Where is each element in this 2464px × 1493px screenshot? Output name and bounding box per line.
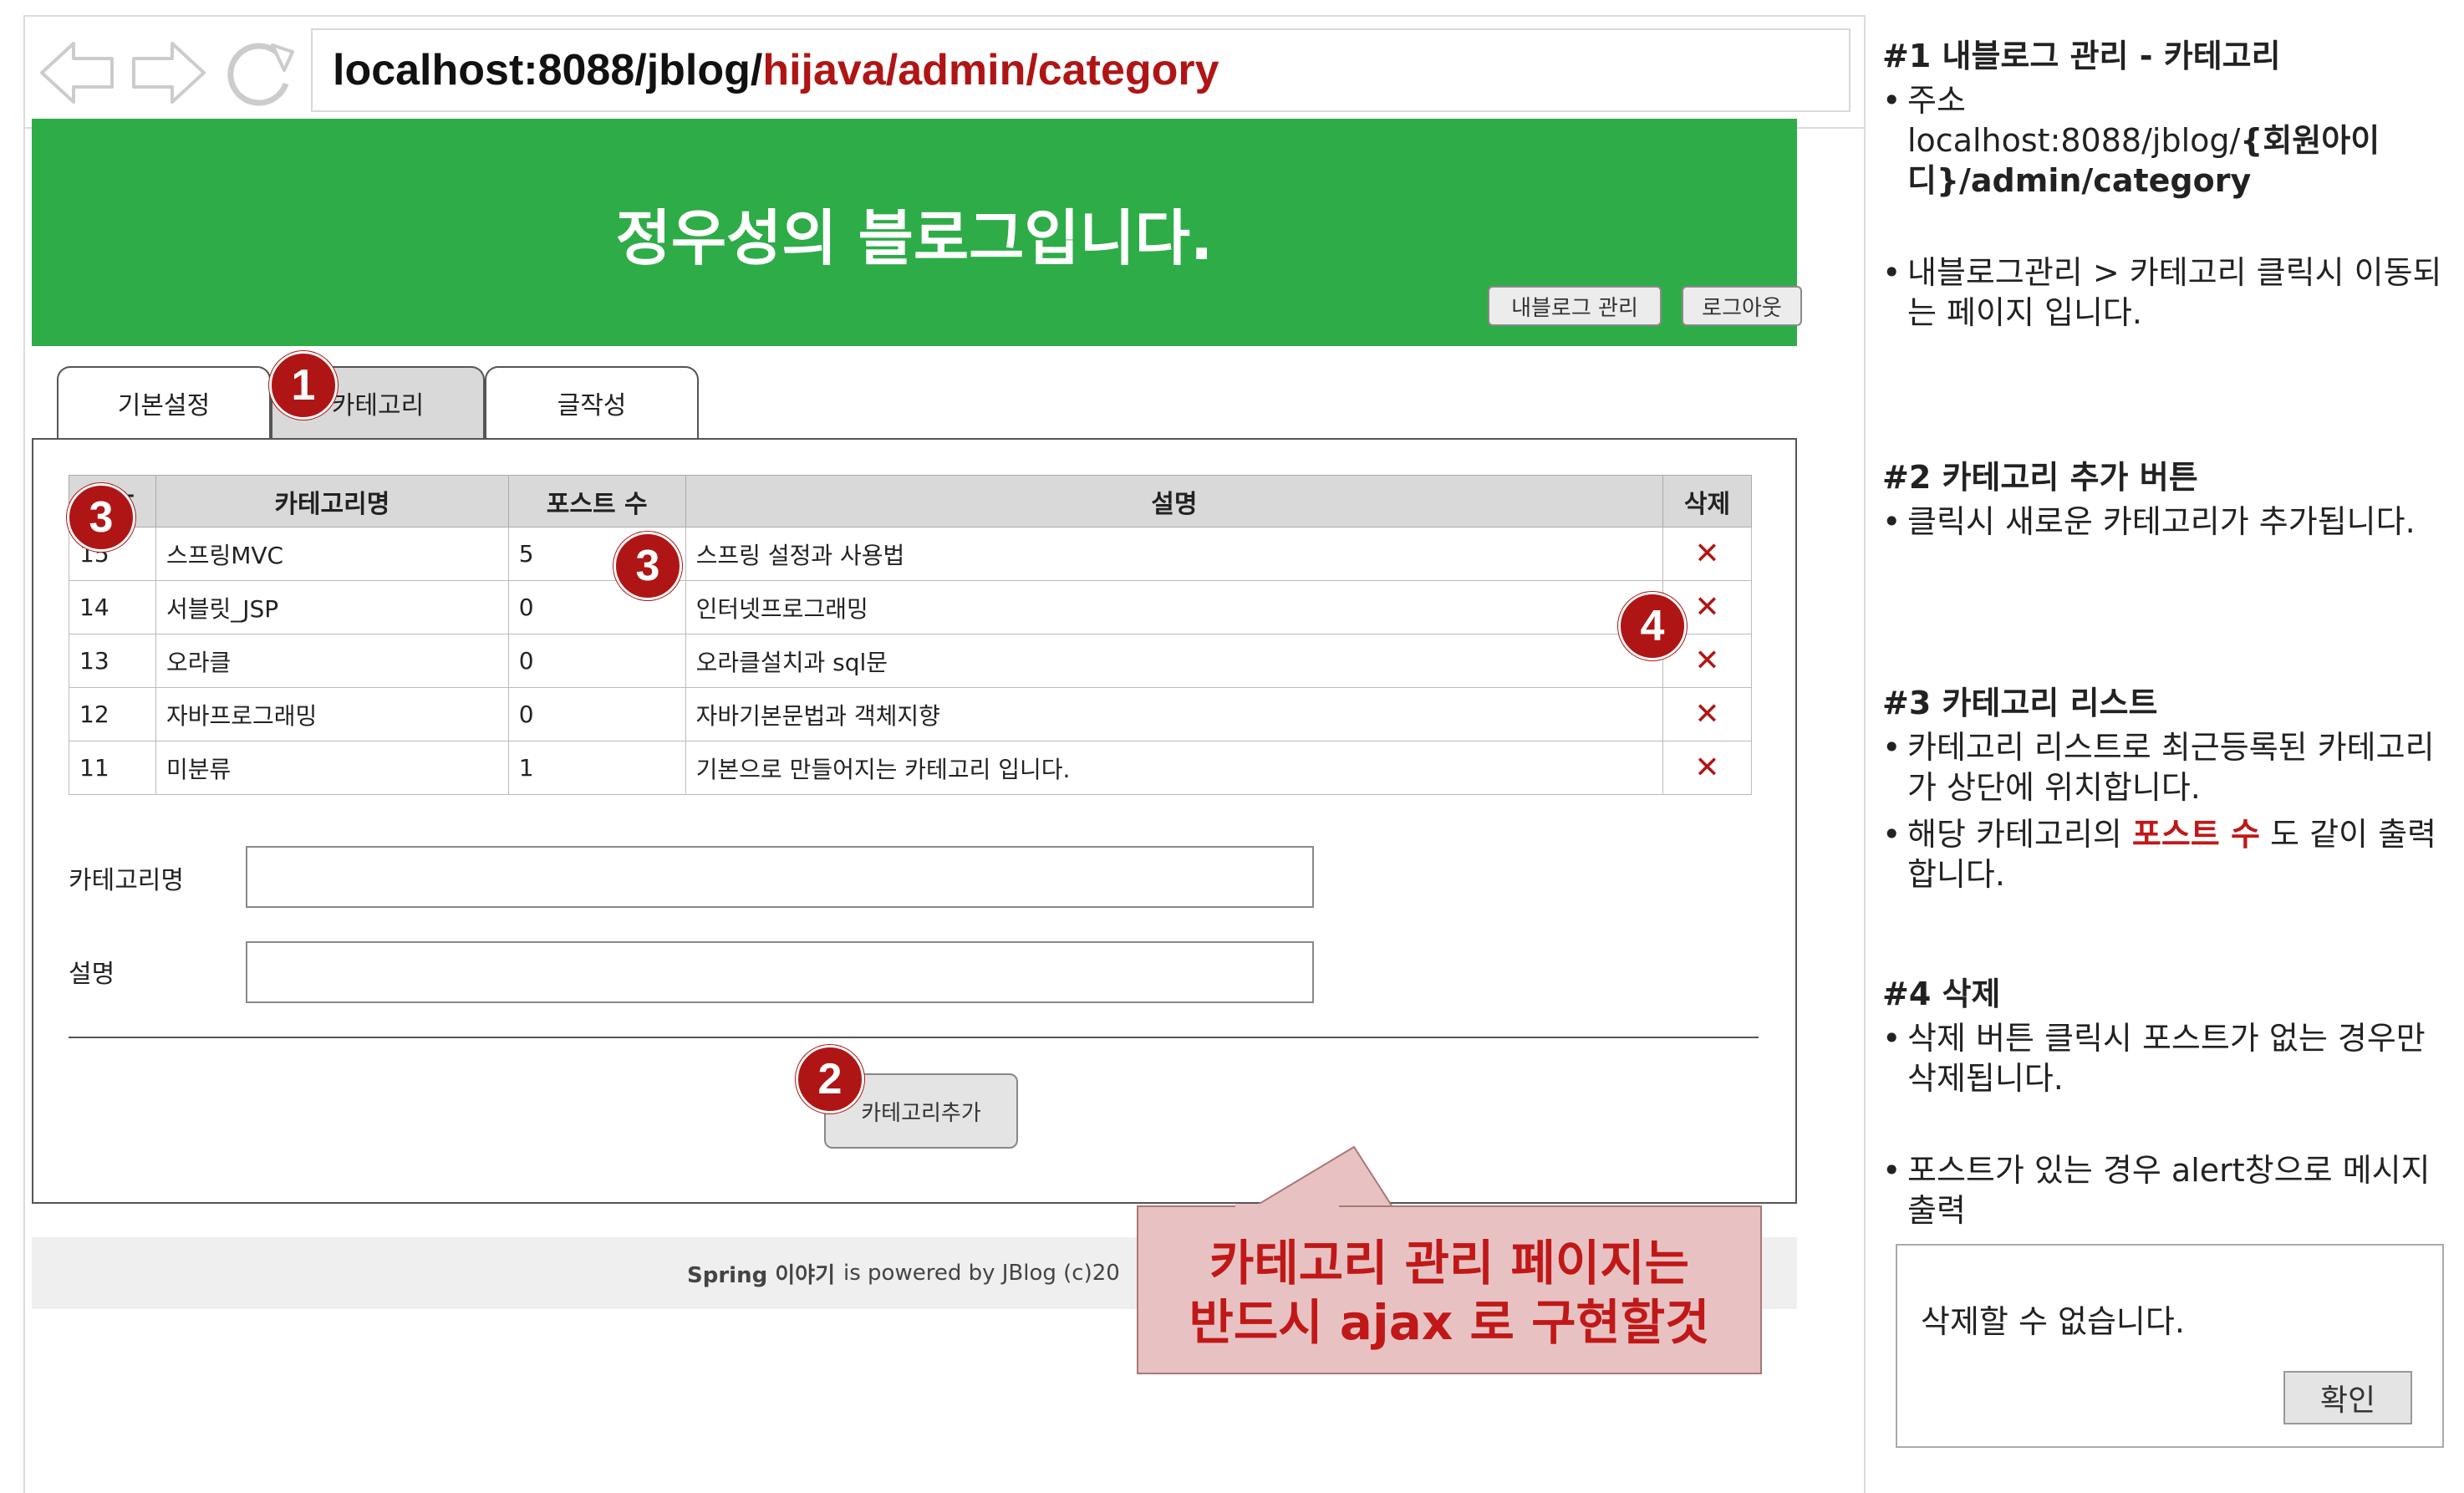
spec-item: 클릭시 새로운 카테고리가 추가됩니다.	[1882, 502, 2459, 543]
spec-item: 주소 localhost:8088/jblog/{회원아이디}/admin/ca…	[1882, 81, 2459, 201]
row-name: 서블릿_JSP	[155, 580, 509, 634]
callout-pointer	[1245, 1145, 1397, 1212]
footer-text: is powered by JBlog (c)20	[843, 1261, 1120, 1286]
tab-basic-settings[interactable]: 기본설정	[57, 366, 271, 438]
delete-icon[interactable]: ✕	[1662, 741, 1752, 795]
url-base: localhost:8088/jblog/	[333, 46, 763, 94]
callout-join	[1235, 1204, 1339, 1209]
spec-section-3: #3 카테고리 리스트 카테고리 리스트로 최근등록된 카테고리가 상단에 위치…	[1882, 677, 2459, 902]
logout-button[interactable]: 로그아웃	[1682, 286, 1802, 326]
spec-item: 포스트가 있는 경우 alert창으로 메시지 출력	[1882, 1151, 2459, 1231]
row-number: 12	[69, 687, 156, 741]
delete-icon[interactable]: ✕	[1662, 687, 1752, 741]
spec-title-1: #1 내블로그 관리 - 카테고리	[1882, 38, 2281, 74]
spec-item: 해당 카테고리의 포스트 수 도 같이 출력합니다.	[1882, 815, 2459, 895]
row-description: 스프링 설정과 사용법	[685, 527, 1664, 581]
callout-line-1: 카테고리 관리 페이지는	[1209, 1235, 1689, 1292]
alert-ok-button[interactable]: 확인	[2283, 1371, 2412, 1424]
category-admin-panel: 번호 카테고리명 포스트 수 설명 삭제 15 스프링MVC 5 스프링 설정과…	[32, 438, 1797, 1204]
row-description: 기본으로 만들어지는 카테고리 입니다.	[685, 741, 1664, 795]
row-name: 자바프로그래밍	[155, 687, 509, 741]
row-description: 자바기본문법과 객체지향	[685, 687, 1664, 741]
table-row: 11 미분류 1 기본으로 만들어지는 카테고리 입니다. ✕	[69, 741, 1752, 795]
column-header-description: 설명	[685, 475, 1664, 527]
table-row: 15 스프링MVC 5 스프링 설정과 사용법 ✕	[69, 527, 1752, 581]
category-description-input[interactable]	[246, 941, 1314, 1003]
delete-icon[interactable]: ✕	[1662, 527, 1752, 581]
step-badge-3-posts: 3	[613, 532, 682, 600]
url-path: hijava/admin/category	[762, 46, 1219, 94]
row-description: 오라클설치과 sql문	[685, 634, 1664, 688]
category-description-label: 설명	[69, 960, 115, 989]
table-row: 12 자바프로그래밍 0 자바기본문법과 객체지향 ✕	[69, 687, 1752, 741]
footer-blog-name: Spring 이야기	[687, 1262, 836, 1288]
back-arrow-icon[interactable]	[35, 27, 119, 119]
post-count-highlight: 포스트 수	[2131, 815, 2260, 853]
column-header-name: 카테고리명	[155, 475, 509, 527]
blog-title: 정우성의 블로그입니다.	[615, 203, 1214, 273]
row-name: 스프링MVC	[155, 527, 509, 581]
row-description: 인터넷프로그래밍	[685, 580, 1664, 634]
refresh-icon[interactable]	[217, 27, 301, 119]
blog-header: 정우성의 블로그입니다. 내블로그 관리 로그아웃	[32, 119, 1802, 346]
spec-section-4: #4 삭제 삭제 버튼 클릭시 포스트가 없는 경우만 삭제됩니다. 포스트가 …	[1882, 968, 2459, 1238]
address-label: 주소	[1907, 82, 1966, 119]
step-badge-4: 4	[1618, 592, 1687, 660]
column-header-posts: 포스트 수	[507, 475, 686, 527]
spec-item: 카테고리 리스트로 최근등록된 카테고리가 상단에 위치합니다.	[1882, 728, 2459, 808]
address-bar[interactable]: localhost:8088/jblog/hijava/admin/catego…	[311, 28, 1851, 112]
table-header-row: 번호 카테고리명 포스트 수 설명 삭제	[69, 475, 1752, 527]
alert-message: 삭제할 수 없습니다.	[1921, 1303, 2185, 1340]
row-posts: 1	[507, 741, 686, 795]
step-badge-3-list: 3	[67, 483, 135, 552]
spec-section-2: #2 카테고리 추가 버튼 클릭시 새로운 카테고리가 추가됩니다.	[1882, 451, 2459, 549]
spec-text: 해당 카테고리의	[1907, 815, 2132, 853]
spec-item: 내블로그관리 > 카테고리 클릭시 이동되는 페이지 입니다.	[1882, 253, 2459, 334]
tab-write-post[interactable]: 글작성	[485, 366, 699, 438]
spec-title-2: #2 카테고리 추가 버튼	[1882, 459, 2198, 496]
row-name: 미분류	[155, 741, 509, 795]
table-row: 13 오라클 0 오라클설치과 sql문 ✕	[69, 634, 1752, 688]
spec-item: 삭제 버튼 클릭시 포스트가 없는 경우만 삭제됩니다.	[1882, 1019, 2459, 1099]
callout-line-2: 반드시 ajax 로 구현할것	[1189, 1293, 1710, 1351]
row-name: 오라클	[155, 634, 509, 688]
form-divider	[69, 1037, 1759, 1038]
alert-dialog: 삭제할 수 없습니다. 확인	[1896, 1244, 2444, 1448]
spec-title-3: #3 카테고리 리스트	[1882, 685, 2158, 721]
forward-arrow-icon[interactable]	[127, 27, 211, 119]
row-number: 13	[69, 634, 156, 688]
ajax-note-callout: 카테고리 관리 페이지는 반드시 ajax 로 구현할것	[1137, 1205, 1762, 1374]
row-posts: 0	[507, 634, 686, 688]
row-number: 14	[69, 580, 156, 634]
column-header-delete: 삭제	[1662, 475, 1752, 527]
spec-section-1: #1 내블로그 관리 - 카테고리 주소 localhost:8088/jblo…	[1882, 30, 2459, 339]
step-badge-2: 2	[796, 1045, 864, 1113]
category-name-label: 카테고리명	[69, 866, 184, 895]
address-base: localhost:8088/jblog/	[1907, 121, 2241, 159]
step-badge-1: 1	[269, 351, 338, 420]
table-row: 14 서블릿_JSP 0 인터넷프로그래밍 ✕	[69, 580, 1752, 634]
my-blog-button[interactable]: 내블로그 관리	[1488, 286, 1662, 326]
category-name-input[interactable]	[246, 846, 1314, 908]
category-table: 번호 카테고리명 포스트 수 설명 삭제 15 스프링MVC 5 스프링 설정과…	[69, 475, 1752, 795]
spec-title-4: #4 삭제	[1882, 976, 2001, 1012]
row-posts: 0	[507, 687, 686, 741]
browser-toolbar: localhost:8088/jblog/hijava/admin/catego…	[25, 17, 1864, 129]
row-number: 11	[69, 741, 156, 795]
